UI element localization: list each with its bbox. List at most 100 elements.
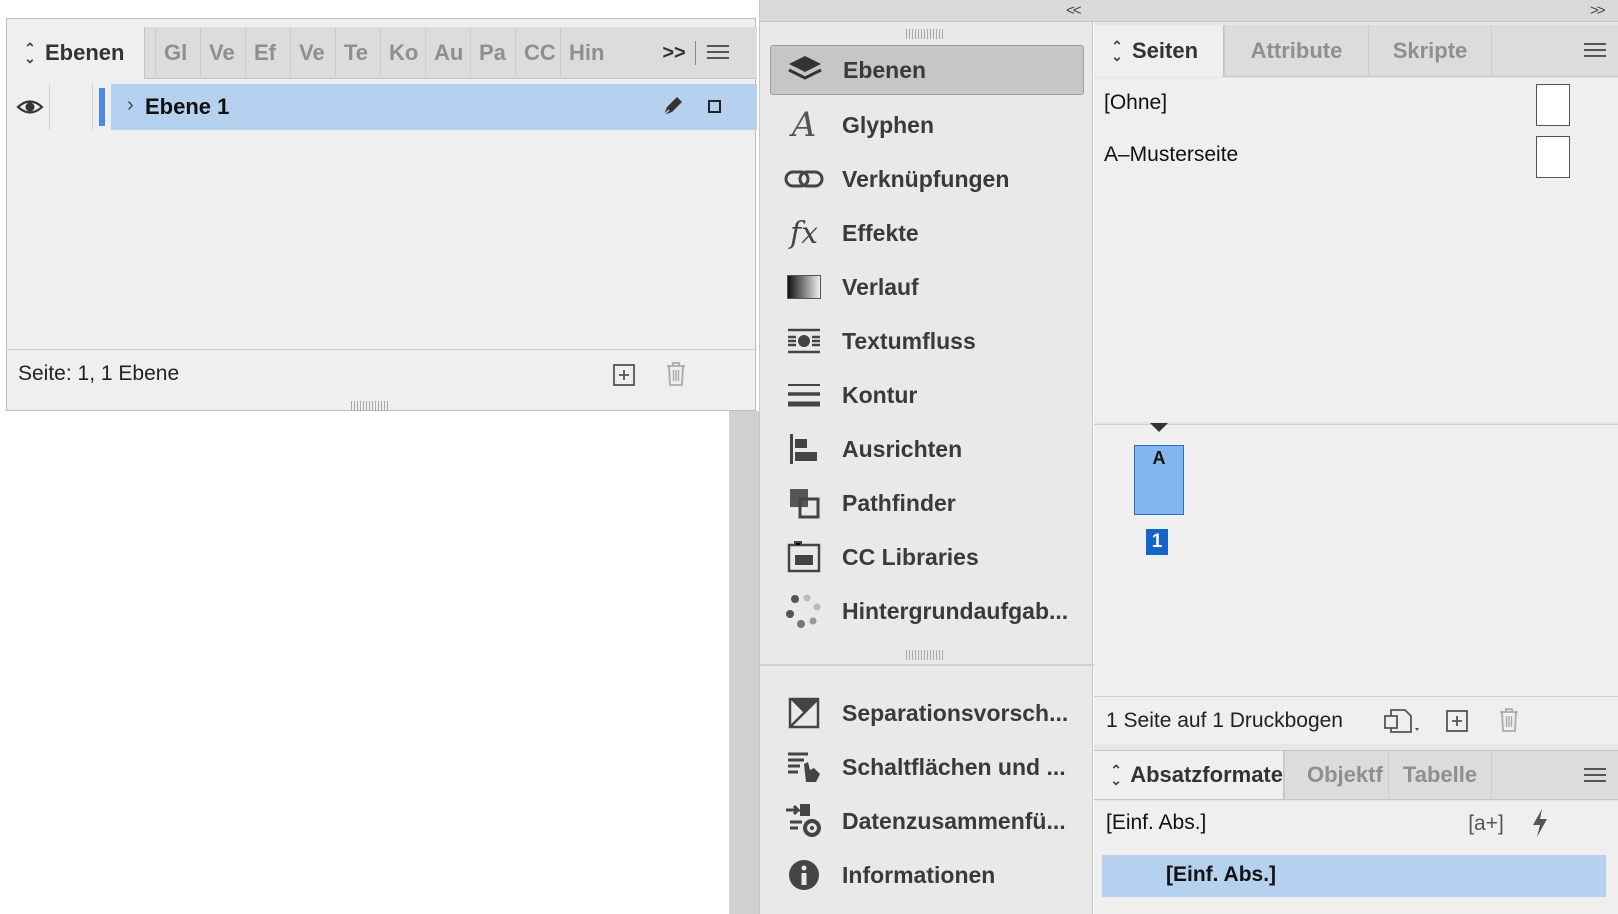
master-row[interactable]: A–Musterseite <box>1104 132 1574 178</box>
tab-objektformate[interactable]: Objektf <box>1284 751 1388 799</box>
new-layer-button[interactable] <box>611 362 637 388</box>
panel-menu-icon[interactable] <box>1584 768 1606 784</box>
delete-page-button[interactable] <box>1496 706 1522 734</box>
layers-status: Seite: 1, 1 Ebene <box>18 362 180 385</box>
buttons-forms-icon <box>780 747 828 787</box>
master-thumbnail[interactable] <box>1536 84 1570 126</box>
delete-layer-button[interactable] <box>663 360 689 388</box>
page-size-button[interactable] <box>1382 707 1422 735</box>
dock-item-label: Hintergrundaufgab... <box>842 597 1069 624</box>
dock-item-datenzusammenfuehrung[interactable]: Datenzusammenfü... <box>770 796 1084 846</box>
tab-absatzformate-label: Absatzformate <box>1130 762 1283 787</box>
tab-collapsed[interactable]: Gl <box>155 27 200 79</box>
chevron-right-icon[interactable]: › <box>127 94 134 117</box>
separations-icon <box>780 693 828 733</box>
tab-absatzformate[interactable]: ⌃ ⌄ Absatzformate <box>1094 751 1284 799</box>
dock-item-verknuepfungen[interactable]: Verknüpfungen <box>770 154 1084 204</box>
dock-item-schaltflaechen[interactable]: Schaltflächen und ... <box>770 742 1084 792</box>
layer-name: Ebene 1 <box>145 94 230 119</box>
dock-item-informationen[interactable]: Informationen <box>770 850 1084 900</box>
gradient-icon <box>780 267 828 307</box>
dock-separator <box>760 664 1094 666</box>
tabs-overflow-button[interactable]: >> <box>659 39 689 67</box>
selection-square-icon[interactable] <box>708 100 721 113</box>
eye-icon[interactable] <box>15 92 45 122</box>
dock-item-label: Verknüpfungen <box>842 165 1010 192</box>
dock-item-label: Kontur <box>842 381 918 408</box>
tab-seiten-label: Seiten <box>1132 38 1199 63</box>
dock-item-effekte[interactable]: fx Effekte <box>770 208 1084 258</box>
tab-collapsed[interactable]: Pa <box>470 27 515 79</box>
panel-dock: << Ebenen A Glyphen Verknüpfungen fx Eff… <box>759 0 1094 914</box>
dock-item-verlauf[interactable]: Verlauf <box>770 262 1084 312</box>
text-wrap-icon <box>780 321 828 361</box>
dock-item-hintergrundaufgaben[interactable]: Hintergrundaufgab... <box>770 586 1084 636</box>
resize-grip[interactable] <box>351 401 389 411</box>
spread-marker-icon <box>1150 423 1168 432</box>
dock-item-label: Glyphen <box>842 111 935 138</box>
style-name: [Einf. Abs.] <box>1166 863 1277 886</box>
dock-item-pathfinder[interactable]: Pathfinder <box>770 478 1084 528</box>
tab-collapsed[interactable]: Ko <box>380 27 425 79</box>
layer-lock-toggle[interactable] <box>49 84 93 130</box>
tab-collapsed[interactable]: Hin <box>560 27 620 79</box>
tab-collapsed[interactable]: Ve <box>290 27 335 79</box>
lightning-icon[interactable] <box>1528 807 1552 839</box>
dock-item-ausrichten[interactable]: Ausrichten <box>770 424 1084 474</box>
updown-icon: ⌃ ⌄ <box>1110 762 1122 788</box>
tab-skripte[interactable]: Skripte <box>1368 25 1492 77</box>
new-page-button[interactable] <box>1444 708 1470 734</box>
tab-seiten[interactable]: ⌃ ⌄ Seiten <box>1094 25 1224 77</box>
masters-section: [Ohne] A–Musterseite <box>1094 78 1618 422</box>
dock-grip[interactable] <box>906 650 944 660</box>
master-row[interactable]: [Ohne] <box>1104 80 1574 126</box>
layers-tabbar: ⌃ ⌄ Ebenen Gl Ve Ef Ve Te Ko Au Pa CC Hin… <box>7 27 757 79</box>
dock-item-textumfluss[interactable]: Textumfluss <box>770 316 1084 366</box>
tab-attribute[interactable]: Attribute <box>1224 25 1368 77</box>
align-icon <box>780 429 828 469</box>
tab-collapsed[interactable]: Ve <box>200 27 245 79</box>
collapse-dock-button[interactable]: << <box>1066 2 1081 19</box>
tab-collapsed[interactable]: Ef <box>245 27 290 79</box>
dock-item-label: Schaltflächen und ... <box>842 753 1066 780</box>
dock-item-kontur[interactable]: Kontur <box>770 370 1084 420</box>
layer-row[interactable]: › Ebene 1 <box>7 84 757 130</box>
page-number[interactable]: 1 <box>1146 529 1168 555</box>
dock-item-label: Datenzusammenfü... <box>842 807 1066 834</box>
layers-icon <box>781 50 829 90</box>
dock-item-label: Effekte <box>842 219 919 246</box>
master-thumbnail[interactable] <box>1536 136 1570 178</box>
dock-item-label: CC Libraries <box>842 543 979 570</box>
updown-icon: ⌃ ⌄ <box>1111 38 1123 64</box>
page-thumbnail[interactable]: A <box>1134 445 1184 515</box>
dock-topbar: << <box>760 0 1094 22</box>
dock-item-ebenen[interactable]: Ebenen <box>770 45 1084 95</box>
dock-item-label: Ebenen <box>843 56 927 83</box>
dock-item-glyphen[interactable]: A Glyphen <box>770 100 1084 150</box>
dock-item-separationsvorschau[interactable]: Separationsvorsch... <box>770 688 1084 738</box>
new-style-from-selection-button[interactable]: [a+] <box>1466 809 1506 839</box>
tab-collapsed[interactable]: Au <box>425 27 470 79</box>
dock-grip[interactable] <box>906 29 944 39</box>
updown-icon: ⌃ ⌄ <box>24 40 36 66</box>
pages-footer: 1 Seite auf 1 Druckbogen <box>1094 696 1618 744</box>
tab-collapsed[interactable]: CC <box>515 27 560 79</box>
fx-icon: fx <box>789 215 819 251</box>
link-icon <box>780 159 828 199</box>
panel-menu-icon[interactable] <box>1584 43 1606 59</box>
page-master-letter: A <box>1152 448 1166 468</box>
collapse-right-button[interactable]: >> <box>1590 2 1605 19</box>
divider <box>695 41 696 65</box>
dock-item-label: Ausrichten <box>842 435 963 462</box>
tab-ebenen[interactable]: ⌃ ⌄ Ebenen <box>7 27 145 79</box>
panel-menu-icon[interactable] <box>707 45 729 61</box>
layers-panel: ⌃ ⌄ Ebenen Gl Ve Ef Ve Te Ko Au Pa CC Hin… <box>6 18 757 411</box>
tab-collapsed[interactable]: Te <box>335 27 380 79</box>
dock-item-cc-libraries[interactable]: CC Libraries <box>770 532 1084 582</box>
dock-item-label: Informationen <box>842 861 996 888</box>
current-style: [Einf. Abs.] <box>1106 811 1207 834</box>
right-panel-column: >> ⌃ ⌄ Seiten Attribute Skripte [Ohne] A–… <box>1094 0 1618 914</box>
style-list-item[interactable]: [Einf. Abs.] <box>1102 855 1606 897</box>
tab-tabelle[interactable]: Tabelle <box>1388 751 1492 799</box>
master-name: A–Musterseite <box>1104 143 1239 166</box>
